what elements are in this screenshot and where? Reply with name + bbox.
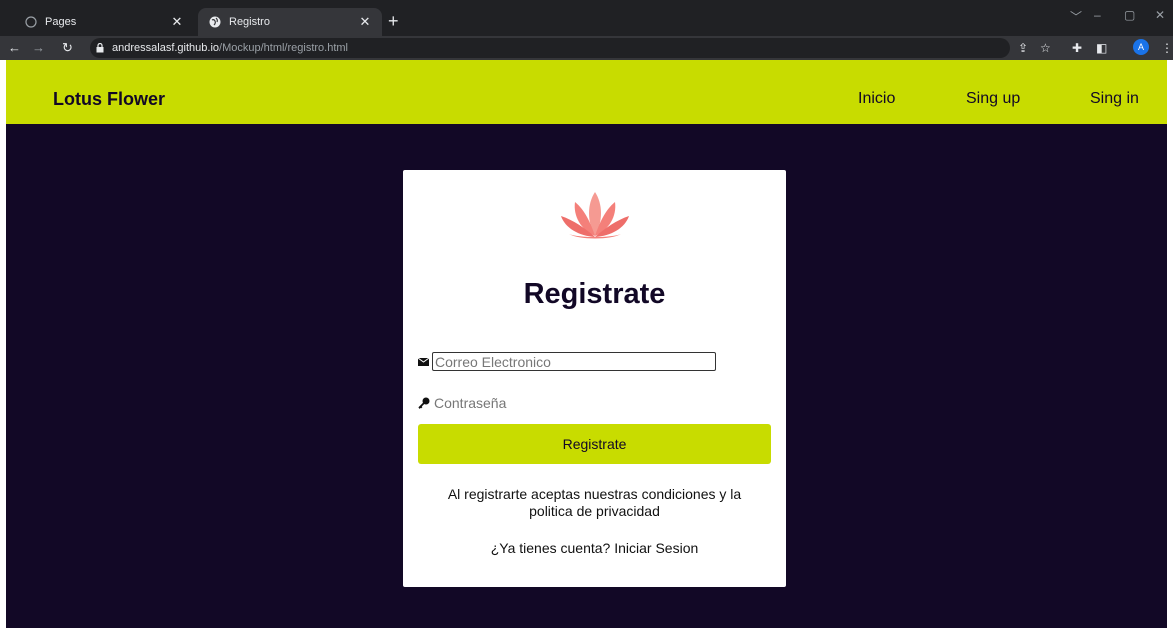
page-background: Lotus Flower Inicio Sing up Sing in Regi…	[6, 60, 1167, 628]
key-icon	[418, 396, 432, 410]
back-icon[interactable]: ←	[8, 40, 21, 56]
extensions-icon[interactable]: ✚	[1072, 40, 1082, 56]
tab-registro[interactable]: Registro ✕	[198, 8, 382, 36]
terms-line-2: politica de privacidad	[529, 503, 660, 519]
nav-link-sign-in[interactable]: Sing in	[1090, 90, 1139, 108]
side-panel-icon[interactable]: ◧	[1096, 40, 1107, 56]
terms-line-1: Al registrarte aceptas nuestras condicio…	[447, 486, 742, 502]
globe-icon	[208, 16, 221, 29]
lotus-icon	[557, 188, 633, 244]
profile-avatar[interactable]: A	[1133, 39, 1149, 55]
login-prompt-line: ¿Ya tienes cuenta? Iniciar Sesion	[403, 540, 786, 556]
tab-title: Pages	[45, 16, 77, 28]
register-card: Registrate Registrate Al registrarte ace…	[403, 170, 786, 587]
menu-icon[interactable]: ⋮	[1161, 40, 1173, 56]
terms-text: Al registrarte aceptas nuestras condicio…	[403, 486, 786, 520]
login-prompt: ¿Ya tienes cuenta?	[490, 540, 611, 556]
reload-icon[interactable]: ↻	[62, 40, 73, 56]
nav-link-inicio[interactable]: Inicio	[858, 90, 895, 108]
login-link[interactable]: Iniciar Sesion	[614, 540, 698, 556]
url-path: /Mockup/html/registro.html	[219, 42, 348, 54]
new-tab-button[interactable]: +	[388, 10, 399, 32]
browser-tab-strip: Pages ✕ Registro ✕ + ﹀ – ▢ ✕	[0, 0, 1173, 36]
password-row	[418, 394, 676, 411]
page-title: Registrate	[523, 278, 666, 310]
password-field[interactable]	[432, 394, 676, 411]
nav-link-sign-up[interactable]: Sing up	[966, 90, 1020, 108]
envelope-icon	[418, 356, 432, 368]
url-host: andressalasf.github.io	[112, 42, 220, 54]
close-tab-icon[interactable]: ✕	[170, 14, 184, 30]
minimize-icon[interactable]: –	[1094, 8, 1101, 22]
close-window-icon[interactable]: ✕	[1155, 8, 1165, 22]
address-bar[interactable]: andressalasf.github.io/Mockup/html/regis…	[90, 38, 1010, 58]
tab-title: Registro	[229, 16, 270, 28]
share-icon[interactable]: ⇪	[1018, 40, 1028, 56]
browser-toolbar: ← → ↻ andressalasf.github.io/Mockup/html…	[0, 36, 1173, 60]
email-row	[418, 352, 716, 371]
brand-logo-text[interactable]: Lotus Flower	[53, 89, 165, 110]
bookmark-star-icon[interactable]: ☆	[1040, 40, 1051, 56]
register-button[interactable]: Registrate	[418, 424, 771, 464]
restore-icon[interactable]: ▢	[1124, 8, 1135, 22]
github-icon	[24, 16, 37, 29]
forward-icon[interactable]: →	[32, 40, 45, 56]
tab-search-icon[interactable]: ﹀	[1070, 8, 1082, 25]
site-navbar: Lotus Flower Inicio Sing up Sing in	[6, 60, 1167, 124]
tab-pages[interactable]: Pages ✕	[14, 8, 194, 36]
lock-icon	[96, 43, 106, 53]
close-tab-icon[interactable]: ✕	[358, 14, 372, 30]
email-field[interactable]	[432, 352, 716, 371]
